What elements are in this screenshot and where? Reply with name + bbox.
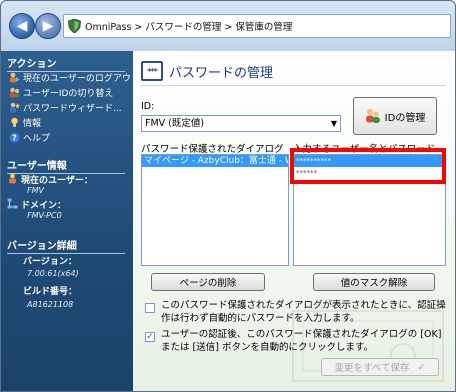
highlight-box [290,148,446,184]
arrow-right-icon: ▶ [42,18,54,34]
sidebar-item-info[interactable]: 情報 [9,116,41,129]
save-all-button[interactable]: 変更をすべて保存 ✓ [321,358,439,376]
id-label: ID: [141,101,155,112]
domain-icon [7,198,18,209]
auto-fill-checkbox[interactable] [145,303,155,313]
address-bar[interactable]: OmniPass > パスワードの管理 > 保管庫の管理 [63,14,451,38]
check-icon: ✓ [417,361,426,373]
auto-submit-label: ユーザーの認証後、このパスワード保護されたダイアログの [OK] または [送信… [161,329,442,353]
sidebar-item-label: ヘルプ [23,134,51,144]
domain-value: FMV-PC0 [27,211,62,220]
sidebar-item-label: 情報 [23,119,42,129]
sidebar-item-label: ユーザーIDの切り替え [23,89,114,99]
actions-section-title: アクション [7,55,125,72]
list-item[interactable]: マイページ - AzbyClub：富士通 - Windows Internet … [142,155,288,167]
breadcrumb: OmniPass > パスワードの管理 > 保管庫の管理 [85,22,293,33]
save-all-label: 変更をすべて保存 [334,363,410,374]
sidebar-item-password-wizard[interactable]: パスワードウィザード... [9,101,122,114]
dialogs-list[interactable]: マイページ - AzbyClub：富士通 - Windows Internet … [141,154,289,266]
omnipass-window: ◀ ▶ OmniPass > パスワードの管理 > 保管庫の管理 アクション 現… [0,0,456,392]
dialogs-list-label: パスワード保護されたダイアログ [141,144,284,155]
sidebar-item-switch-user[interactable]: ユーザーIDの切り替え [9,86,113,99]
main-panel: *** パスワードの管理 ID: FMV (既定値) ▼ IDの管理 パスワード… [133,51,455,391]
sidebar-item-logout[interactable]: 現在のユーザーのログアウト [9,71,140,84]
info-bulb-icon [11,117,18,127]
sidebar-item-label: 現在のユーザーのログアウト [23,74,140,84]
shield-icon [68,19,81,33]
current-user-label: 現在のユーザー： [21,176,93,186]
build-value: A81621108 [27,300,74,309]
user-info-section-title: ユーザー情報 [7,157,125,174]
page-title: パスワードの管理 [169,65,274,81]
users-icon [365,109,380,123]
version-value: 7.00.61(x64) [27,269,79,278]
auto-submit-checkbox[interactable]: ✓ [145,332,155,342]
user-icon [9,173,16,184]
password-wizard-icon [10,102,20,113]
user-logout-icon [10,72,20,83]
navigation-bar: ◀ ▶ OmniPass > パスワードの管理 > 保管庫の管理 [1,1,455,51]
sidebar-item-label: パスワードウィザード... [23,104,122,114]
id-select-value: FMV (既定値) [145,118,205,129]
sidebar-item-help[interactable]: ? ヘルプ [9,131,50,144]
auto-fill-label: このパスワード保護されたダイアログが表示されたときに、認証操作は行わず自動的にパ… [161,300,446,324]
forward-button[interactable]: ▶ [35,13,61,39]
version-section-title: バージョン詳細 [7,237,125,254]
sidebar: アクション 現在のユーザーのログアウト ユーザーIDの切り替え パスワードウィザ… [1,51,140,391]
build-label: ビルド番号： [23,287,78,297]
arrow-left-icon: ◀ [16,18,28,34]
unmask-values-button[interactable]: 値のマスク解除 [313,273,435,291]
domain-label: ドメイン： [21,201,67,211]
manage-id-label: IDの管理 [384,112,426,124]
help-icon: ? [9,132,20,143]
dropdown-arrow-icon: ▼ [330,119,337,128]
version-label: バージョン： [23,257,77,267]
svg-text:?: ? [12,134,17,143]
switch-user-icon [9,87,20,98]
id-select[interactable]: FMV (既定値) ▼ [141,115,341,132]
password-manager-icon: *** [141,61,163,81]
back-button[interactable]: ◀ [9,13,35,39]
page-header: *** パスワードの管理 [141,61,273,81]
manage-id-button[interactable]: IDの管理 [353,97,437,135]
header-divider [141,85,446,86]
delete-page-button[interactable]: ページの削除 [151,273,265,291]
current-user-value: FMV [27,186,44,195]
